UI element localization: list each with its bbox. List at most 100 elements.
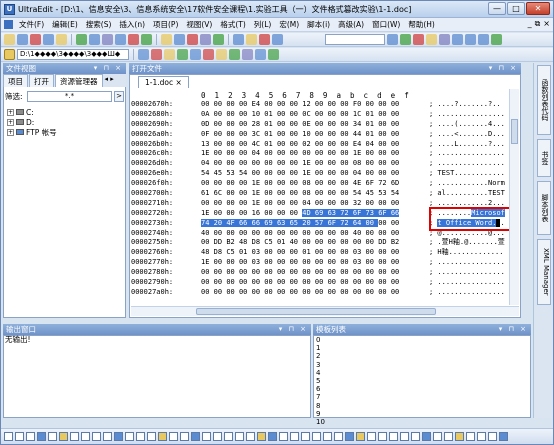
toolbar-icon[interactable] <box>290 432 299 441</box>
toolbar-icon[interactable] <box>413 34 424 45</box>
toolbar-icon[interactable] <box>102 34 113 45</box>
path-combo[interactable]: D:\1◆◆◆◆\3◆◆◆◆\3◆◆◆Ш◆ <box>17 49 129 60</box>
toolbar-icon[interactable] <box>268 49 279 60</box>
template-item[interactable]: 9 <box>313 410 433 418</box>
toolbar-icon[interactable] <box>213 34 224 45</box>
expand-icon[interactable]: + <box>7 128 14 136</box>
toolbar-icon[interactable] <box>161 34 172 45</box>
hex-ascii[interactable]: ; ....<.......D... <box>429 130 509 140</box>
hex-ascii[interactable]: ; ....L.......?... <box>429 140 509 150</box>
filter-apply-button[interactable]: > <box>114 90 124 102</box>
menu-item[interactable]: 列(L) <box>250 19 276 30</box>
toolbar-icon[interactable] <box>323 432 332 441</box>
toolbar-icon[interactable] <box>433 432 442 441</box>
tab-function-list[interactable]: 函数列表代码 <box>537 65 551 135</box>
toolbar-icon[interactable] <box>147 432 156 441</box>
hex-ascii[interactable]: ; ................ <box>429 268 509 278</box>
hex-row[interactable]: 00002760h: 48 D8 C5 01 03 00 00 00 01 00 … <box>131 248 519 258</box>
toolbar-icon[interactable] <box>70 432 79 441</box>
hex-bytes[interactable]: 0A 00 00 00 10 01 00 00 0C 00 00 00 1C 0… <box>201 110 429 120</box>
hex-row[interactable]: 00002680h: 0A 00 00 00 10 01 00 00 0C 00 … <box>131 110 519 120</box>
template-item[interactable]: 8 <box>313 402 433 410</box>
hex-ascii[interactable]: ; ................ <box>429 288 509 298</box>
tree-item-d[interactable]: + D: <box>7 117 57 127</box>
toolbar-icon[interactable] <box>125 432 134 441</box>
toolbar-icon[interactable] <box>141 34 152 45</box>
toolbar-icon[interactable] <box>164 49 175 60</box>
template-item[interactable]: 3 <box>313 361 433 369</box>
toolbar-icon[interactable] <box>169 432 178 441</box>
toolbar-icon[interactable] <box>378 432 387 441</box>
pane-controls[interactable]: ▾ ⊓ × <box>489 63 518 74</box>
toolbar-icon[interactable] <box>246 34 257 45</box>
expand-icon[interactable]: + <box>7 108 14 116</box>
hex-bytes[interactable]: 0F 00 00 00 3C 01 00 00 10 00 00 00 44 0… <box>201 130 429 140</box>
hex-bytes[interactable]: 04 00 00 00 00 00 00 00 1E 00 00 00 08 0… <box>201 159 429 169</box>
toolbar-icon[interactable] <box>452 34 463 45</box>
filter-input[interactable]: *.* <box>27 90 112 102</box>
template-item[interactable]: 0 <box>313 336 433 344</box>
toolbar-combo[interactable] <box>325 34 385 45</box>
toolbar-icon[interactable] <box>43 34 54 45</box>
hex-bytes[interactable]: 1E 00 00 00 16 00 00 00 4D 69 63 72 6F 7… <box>201 208 429 219</box>
scroll-thumb[interactable] <box>196 308 436 315</box>
toolbar-icon[interactable] <box>114 432 123 441</box>
hex-ascii[interactable]: ; ............Norm <box>429 179 509 189</box>
mdi-minimize-button[interactable]: _ <box>528 19 532 29</box>
hex-bytes[interactable]: 00 00 00 00 1E 00 00 00 08 00 00 00 4E 6… <box>201 179 429 189</box>
toolbar-icon[interactable] <box>233 34 244 45</box>
toolbar-icon[interactable] <box>334 432 343 441</box>
folder-icon[interactable] <box>4 49 15 60</box>
tab-project[interactable]: 项目 <box>3 74 28 87</box>
menu-item[interactable]: 项目(P) <box>149 19 182 30</box>
hex-ascii[interactable]: ; ....?.......?.. <box>429 100 509 110</box>
toolbar-icon[interactable] <box>138 49 149 60</box>
hex-ascii[interactable]: ; al..........TEST <box>429 189 509 199</box>
hex-row[interactable]: 00002700h: 61 6C 00 00 1E 00 00 00 08 00 … <box>131 189 519 199</box>
scroll-thumb[interactable] <box>511 119 518 144</box>
horizontal-scrollbar[interactable] <box>131 306 519 316</box>
menu-item[interactable]: 格式(T) <box>216 19 249 30</box>
hex-bytes[interactable]: 54 45 53 54 00 00 00 00 1E 00 00 00 04 0… <box>201 169 429 179</box>
toolbar-icon[interactable] <box>235 432 244 441</box>
hex-ascii[interactable]: ; H釉............. <box>429 248 509 258</box>
toolbar-icon[interactable] <box>478 34 489 45</box>
hex-bytes[interactable]: 00 00 00 00 00 00 00 00 00 00 00 00 00 0… <box>201 288 429 298</box>
toolbar-icon[interactable] <box>411 432 420 441</box>
toolbar-icon[interactable] <box>465 34 476 45</box>
hex-row[interactable]: 00002790h: 00 00 00 00 00 00 00 00 00 00 … <box>131 278 519 288</box>
toolbar-icon[interactable] <box>15 432 24 441</box>
tab-open[interactable]: 打开 <box>29 74 54 87</box>
maximize-button[interactable]: □ <box>507 2 525 15</box>
template-item[interactable]: 5 <box>313 377 433 385</box>
toolbar-icon[interactable] <box>158 432 167 441</box>
toolbar-icon[interactable] <box>59 432 68 441</box>
toolbar-icon[interactable] <box>177 49 188 60</box>
toolbar-icon[interactable] <box>128 34 139 45</box>
toolbar-icon[interactable] <box>187 34 198 45</box>
pane-controls[interactable]: ▾ ⊓ × <box>279 324 308 335</box>
toolbar-icon[interactable] <box>499 432 508 441</box>
toolbar-icon[interactable] <box>224 432 233 441</box>
toolbar-icon[interactable] <box>180 432 189 441</box>
mdi-restore-button[interactable]: ⧉ <box>535 19 541 29</box>
toolbar-icon[interactable] <box>466 432 475 441</box>
hex-bytes[interactable]: 00 00 00 00 00 00 00 00 00 00 00 00 00 0… <box>201 268 429 278</box>
minimize-button[interactable]: — <box>488 2 506 15</box>
hex-bytes[interactable]: 00 00 00 00 1E 00 00 00 04 00 00 00 32 0… <box>201 199 429 209</box>
tab-script-list[interactable]: 脚本列表 <box>537 181 551 235</box>
toolbar-icon[interactable] <box>477 432 486 441</box>
hex-bytes[interactable]: 00 DD B2 48 D8 C5 01 40 00 00 00 00 00 0… <box>201 238 429 248</box>
toolbar-icon[interactable] <box>312 432 321 441</box>
document-tab[interactable]: 1-1.doc × <box>138 76 189 88</box>
template-item[interactable]: 6 <box>313 385 433 393</box>
mdi-close-button[interactable]: × <box>543 19 550 29</box>
toolbar-icon[interactable] <box>191 432 200 441</box>
menu-item[interactable]: 高级(A) <box>334 19 368 30</box>
hex-bytes[interactable]: 74 20 4F 66 66 69 63 65 20 57 6F 72 64 0… <box>201 218 429 229</box>
menu-item[interactable]: 宏(M) <box>275 19 303 30</box>
menu-item[interactable]: 插入(n) <box>115 19 149 30</box>
toolbar-icon[interactable] <box>202 432 211 441</box>
toolbar-icon[interactable] <box>257 432 266 441</box>
hex-row[interactable]: 00002780h: 00 00 00 00 00 00 00 00 00 00 … <box>131 268 519 278</box>
